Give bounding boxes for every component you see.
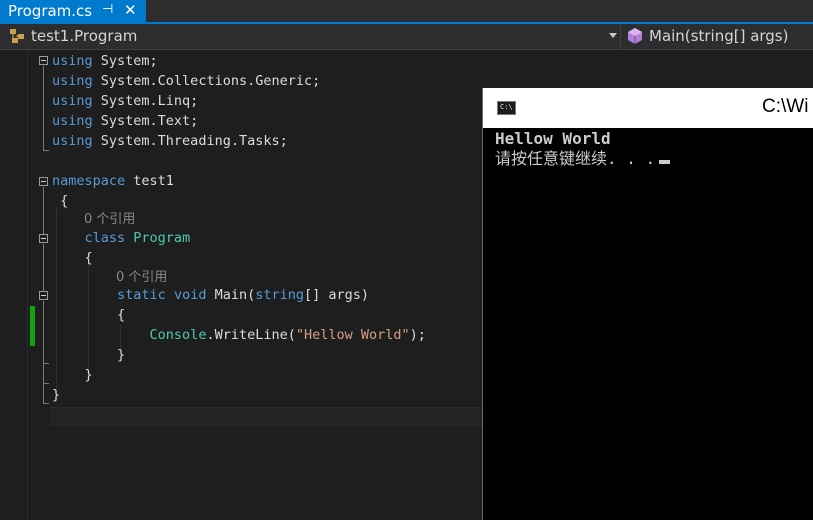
code-line-5: using System.Threading.Tasks;	[52, 133, 288, 149]
navigation-bar: test1.Program Main(string[] args)	[0, 24, 813, 50]
pin-icon[interactable]: ⊣	[102, 2, 113, 17]
method-icon	[628, 28, 642, 44]
outline-guide	[43, 187, 44, 234]
console-window[interactable]: C:\ C:\Wi Hellow World 请按任意键继续. . .	[482, 88, 813, 520]
code-line-7: namespace test1	[52, 173, 174, 189]
code-line-1: using System;	[52, 53, 158, 69]
outline-guide-end	[43, 383, 49, 384]
outline-guide	[43, 66, 44, 151]
codelens-class[interactable]: 0 个引用	[84, 209, 135, 229]
console-app-icon[interactable]: C:\	[497, 101, 516, 115]
glyph-margin	[0, 50, 28, 520]
fold-toggle-class[interactable]	[39, 234, 48, 243]
code-line-15: }	[84, 367, 93, 383]
codelens-method[interactable]: 0 个引用	[116, 267, 167, 287]
code-line-10: {	[84, 250, 93, 266]
console-title-bar[interactable]: C:\ C:\Wi	[483, 88, 813, 128]
console-output-line-2: 请按任意键继续. . .	[495, 149, 671, 169]
member-dropdown-label: Main(string[] args)	[649, 27, 789, 45]
code-line-13: Console.WriteLine("Hellow World");	[149, 327, 426, 343]
class-icon	[10, 29, 24, 43]
code-line-11: static void Main(string[] args)	[117, 287, 370, 303]
close-icon[interactable]: ✕	[124, 1, 137, 19]
code-line-16: }	[52, 387, 61, 403]
fold-toggle-method[interactable]	[39, 291, 48, 300]
code-line-3: using System.Linq;	[52, 93, 199, 109]
console-cursor	[659, 160, 671, 164]
member-dropdown[interactable]: Main(string[] args)	[622, 24, 813, 49]
code-line-12: {	[117, 307, 126, 323]
tab-program-cs[interactable]: Program.cs ⊣ ✕	[0, 0, 146, 22]
code-line-4: using System.Text;	[52, 113, 199, 129]
fold-toggle-usings[interactable]	[39, 56, 48, 65]
code-line-2: using System.Collections.Generic;	[52, 73, 321, 89]
console-output[interactable]: Hellow World 请按任意键继续. . .	[483, 128, 813, 520]
code-line-9: class Program	[84, 230, 191, 246]
console-output-line-1: Hellow World	[495, 129, 611, 148]
outline-guide	[43, 301, 44, 404]
console-title: C:\Wi	[762, 96, 809, 117]
code-line-8: {	[60, 193, 69, 209]
change-indicator	[30, 306, 35, 346]
document-tab-strip: Program.cs ⊣ ✕	[0, 0, 813, 24]
tab-label: Program.cs	[8, 2, 93, 20]
outline-guide-end	[43, 403, 49, 404]
type-dropdown[interactable]: test1.Program	[0, 24, 621, 49]
outline-guide-end	[43, 150, 49, 151]
fold-toggle-namespace[interactable]	[39, 177, 48, 186]
outline-guide-end	[43, 363, 49, 364]
chevron-down-icon[interactable]	[609, 33, 617, 38]
code-line-14: }	[117, 347, 126, 363]
outline-guide	[43, 244, 44, 291]
type-dropdown-label: test1.Program	[31, 27, 138, 45]
